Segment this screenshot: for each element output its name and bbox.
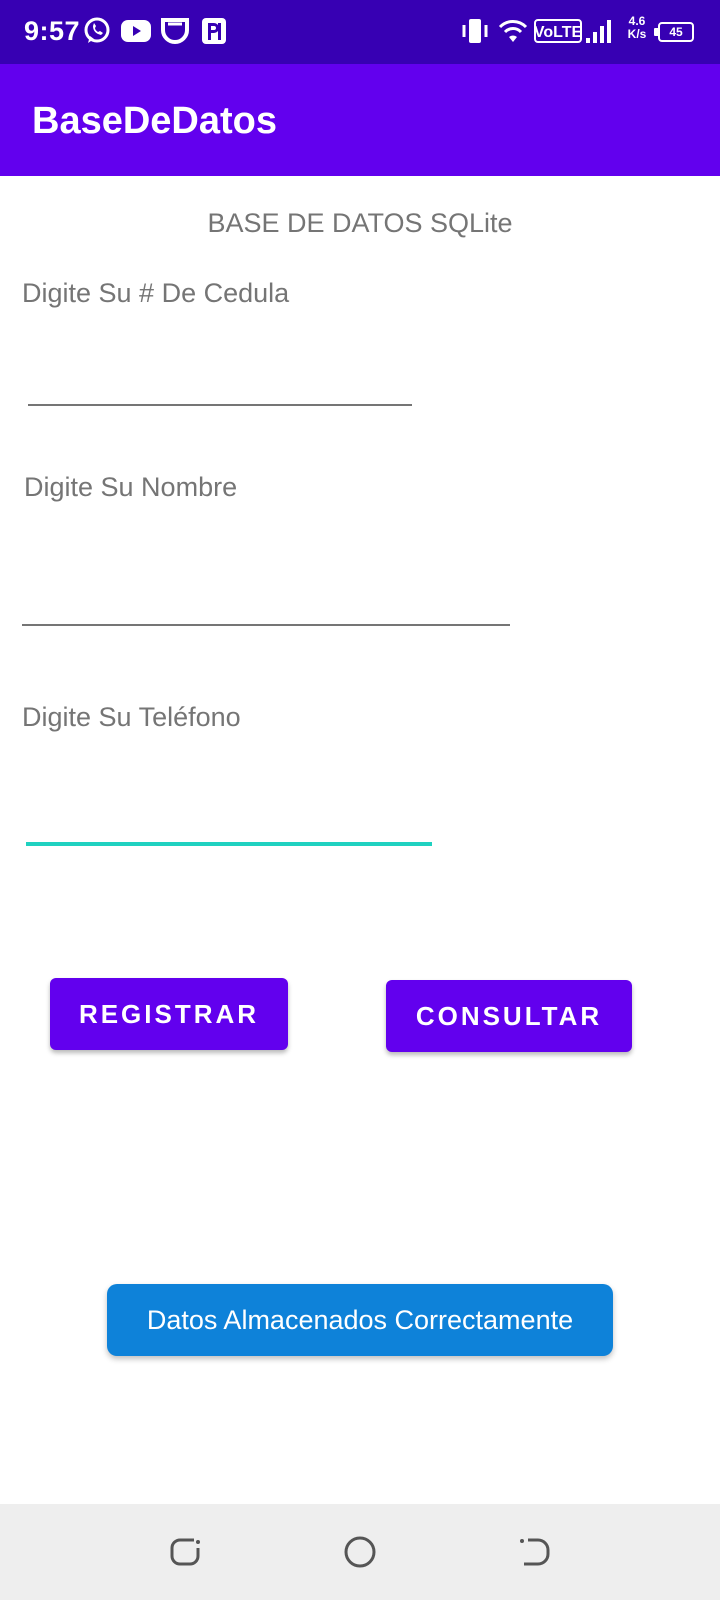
- whatsapp-icon: [84, 17, 110, 43]
- status-bar: 9:57 VoLTE 4.6 K/s 45: [0, 0, 720, 64]
- svg-text:VoLTE: VoLTE: [534, 24, 582, 41]
- network-speed-unit: K/s: [627, 27, 647, 41]
- battery-icon: 45: [658, 22, 694, 42]
- registrar-button[interactable]: REGISTRAR: [50, 978, 288, 1050]
- status-time: 9:57: [24, 16, 81, 46]
- cedula-label: Digite Su # De Cedula: [22, 278, 290, 308]
- app-notification-icon: [161, 18, 189, 44]
- consultar-button[interactable]: CONSULTAR: [386, 980, 632, 1052]
- signal-icon: [586, 20, 611, 43]
- vibrate-icon: [462, 19, 488, 43]
- network-speed: 4.6 K/s: [624, 15, 650, 41]
- navigation-bar: [0, 1504, 720, 1600]
- parking-app-icon: [202, 18, 226, 44]
- telefono-label: Digite Su Teléfono: [22, 702, 241, 732]
- app-screen: 9:57 VoLTE 4.6 K/s 45 BaseDeDatos BASE D…: [0, 0, 720, 1600]
- page-heading: BASE DE DATOS SQLite: [207, 208, 513, 238]
- nombre-input[interactable]: [22, 578, 510, 626]
- toast-message: Datos Almacenados Correctamente: [107, 1284, 613, 1356]
- back-icon[interactable]: [516, 1534, 552, 1570]
- volte-icon: VoLTE: [534, 19, 582, 43]
- recent-apps-icon[interactable]: [168, 1534, 204, 1570]
- youtube-icon: [121, 20, 151, 42]
- app-title: BaseDeDatos: [32, 100, 277, 142]
- app-bar: BaseDeDatos: [0, 64, 720, 176]
- home-icon[interactable]: [342, 1534, 378, 1570]
- cedula-input[interactable]: [28, 358, 412, 406]
- telefono-input[interactable]: [26, 798, 432, 846]
- nombre-label: Digite Su Nombre: [24, 472, 238, 502]
- wifi-icon: [498, 20, 528, 42]
